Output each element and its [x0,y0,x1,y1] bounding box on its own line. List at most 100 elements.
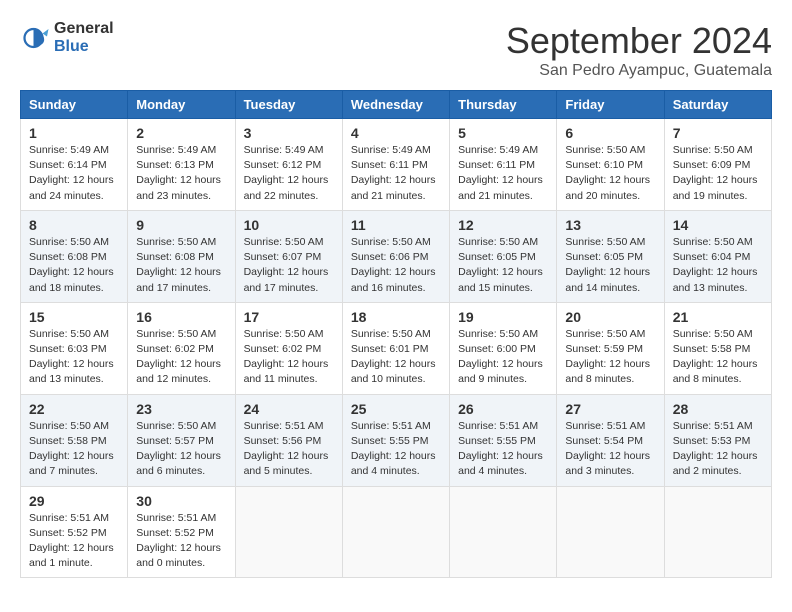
day-number: 11 [351,217,441,233]
day-info: Sunrise: 5:50 AM Sunset: 6:00 PM Dayligh… [458,327,548,388]
day-number: 13 [565,217,655,233]
table-row: 8Sunrise: 5:50 AM Sunset: 6:08 PM Daylig… [21,210,128,302]
col-tuesday: Tuesday [235,91,342,119]
table-row: 29 Sunrise: 5:51 AM Sunset: 5:52 PM Dayli… [21,486,128,578]
month-title: September 2024 [506,20,772,62]
calendar-week-row: 29 Sunrise: 5:51 AM Sunset: 5:52 PM Dayli… [21,486,772,578]
table-row: 22Sunrise: 5:50 AM Sunset: 5:58 PM Dayli… [21,394,128,486]
table-row [664,486,771,578]
table-row: 3 Sunrise: 5:49 AM Sunset: 6:12 PM Daylig… [235,119,342,211]
table-row: 30 Sunrise: 5:51 AM Sunset: 5:52 PM Dayli… [128,486,235,578]
title-section: September 2024 San Pedro Ayampuc, Guatem… [506,20,772,80]
calendar-week-row: 8Sunrise: 5:50 AM Sunset: 6:08 PM Daylig… [21,210,772,302]
table-row: 1Sunrise: 5:49 AM Sunset: 6:14 PM Daylig… [21,119,128,211]
day-info: Sunrise: 5:49 AM Sunset: 6:11 PM Dayligh… [458,143,548,204]
table-row: 27 Sunrise: 5:51 AM Sunset: 5:54 PM Dayli… [557,394,664,486]
location: San Pedro Ayampuc, Guatemala [506,62,772,80]
table-row: 14 Sunrise: 5:50 AM Sunset: 6:04 PM Dayli… [664,210,771,302]
day-info: Sunrise: 5:50 AM Sunset: 6:08 PM Dayligh… [136,235,226,296]
table-row: 18Sunrise: 5:50 AM Sunset: 6:01 PM Dayli… [342,302,449,394]
day-number: 5 [458,125,548,141]
table-row: 26 Sunrise: 5:51 AM Sunset: 5:55 PM Dayli… [450,394,557,486]
calendar-header-row: Sunday Monday Tuesday Wednesday Thursday… [21,91,772,119]
day-info: Sunrise: 5:51 AM Sunset: 5:52 PM Dayligh… [136,511,226,572]
day-info: Sunrise: 5:50 AM Sunset: 6:05 PM Dayligh… [458,235,548,296]
table-row: 11 Sunrise: 5:50 AM Sunset: 6:06 PM Dayli… [342,210,449,302]
day-info: Sunrise: 5:50 AM Sunset: 5:57 PM Dayligh… [136,419,226,480]
col-friday: Friday [557,91,664,119]
day-number: 14 [673,217,763,233]
day-info: Sunrise: 5:51 AM Sunset: 5:52 PM Dayligh… [29,511,119,572]
day-info: Sunrise: 5:51 AM Sunset: 5:56 PM Dayligh… [244,419,334,480]
table-row: 13 Sunrise: 5:50 AM Sunset: 6:05 PM Dayli… [557,210,664,302]
day-number: 21 [673,309,763,325]
table-row: 6Sunrise: 5:50 AM Sunset: 6:10 PM Daylig… [557,119,664,211]
table-row: 2 Sunrise: 5:49 AM Sunset: 6:13 PM Daylig… [128,119,235,211]
calendar-week-row: 15 Sunrise: 5:50 AM Sunset: 6:03 PM Dayli… [21,302,772,394]
col-saturday: Saturday [664,91,771,119]
day-info: Sunrise: 5:50 AM Sunset: 6:02 PM Dayligh… [244,327,334,388]
table-row: 28 Sunrise: 5:51 AM Sunset: 5:53 PM Dayli… [664,394,771,486]
logo-icon [20,23,50,53]
calendar-table: Sunday Monday Tuesday Wednesday Thursday… [20,90,772,578]
day-info: Sunrise: 5:51 AM Sunset: 5:53 PM Dayligh… [673,419,763,480]
day-number: 28 [673,401,763,417]
day-number: 17 [244,309,334,325]
table-row: 23 Sunrise: 5:50 AM Sunset: 5:57 PM Dayli… [128,394,235,486]
day-number: 6 [565,125,655,141]
col-sunday: Sunday [21,91,128,119]
day-number: 1 [29,125,119,141]
table-row: 17 Sunrise: 5:50 AM Sunset: 6:02 PM Dayli… [235,302,342,394]
day-number: 20 [565,309,655,325]
calendar-week-row: 22Sunrise: 5:50 AM Sunset: 5:58 PM Dayli… [21,394,772,486]
table-row: 7 Sunrise: 5:50 AM Sunset: 6:09 PM Daylig… [664,119,771,211]
col-monday: Monday [128,91,235,119]
day-info: Sunrise: 5:50 AM Sunset: 6:01 PM Dayligh… [351,327,441,388]
table-row: 19 Sunrise: 5:50 AM Sunset: 6:00 PM Dayli… [450,302,557,394]
day-info: Sunrise: 5:50 AM Sunset: 6:08 PM Dayligh… [29,235,119,296]
day-info: Sunrise: 5:51 AM Sunset: 5:54 PM Dayligh… [565,419,655,480]
day-number: 3 [244,125,334,141]
day-info: Sunrise: 5:50 AM Sunset: 6:06 PM Dayligh… [351,235,441,296]
day-info: Sunrise: 5:49 AM Sunset: 6:13 PM Dayligh… [136,143,226,204]
page-header: General Blue September 2024 San Pedro Ay… [20,20,772,80]
table-row: 20 Sunrise: 5:50 AM Sunset: 5:59 PM Dayli… [557,302,664,394]
table-row: 9 Sunrise: 5:50 AM Sunset: 6:08 PM Daylig… [128,210,235,302]
day-number: 29 [29,493,119,509]
day-number: 9 [136,217,226,233]
day-info: Sunrise: 5:51 AM Sunset: 5:55 PM Dayligh… [351,419,441,480]
day-number: 26 [458,401,548,417]
day-info: Sunrise: 5:49 AM Sunset: 6:12 PM Dayligh… [244,143,334,204]
day-number: 2 [136,125,226,141]
table-row: 24 Sunrise: 5:51 AM Sunset: 5:56 PM Dayli… [235,394,342,486]
table-row: 15 Sunrise: 5:50 AM Sunset: 6:03 PM Dayli… [21,302,128,394]
day-number: 16 [136,309,226,325]
day-number: 15 [29,309,119,325]
logo-text: General Blue [54,20,114,55]
day-info: Sunrise: 5:50 AM Sunset: 6:09 PM Dayligh… [673,143,763,204]
table-row [450,486,557,578]
day-number: 30 [136,493,226,509]
day-number: 10 [244,217,334,233]
day-number: 19 [458,309,548,325]
logo-general-text: General [54,20,114,38]
day-info: Sunrise: 5:50 AM Sunset: 5:59 PM Dayligh… [565,327,655,388]
table-row: 21Sunrise: 5:50 AM Sunset: 5:58 PM Dayli… [664,302,771,394]
day-info: Sunrise: 5:50 AM Sunset: 6:02 PM Dayligh… [136,327,226,388]
day-info: Sunrise: 5:50 AM Sunset: 5:58 PM Dayligh… [29,419,119,480]
table-row: 25Sunrise: 5:51 AM Sunset: 5:55 PM Dayli… [342,394,449,486]
day-number: 4 [351,125,441,141]
day-info: Sunrise: 5:49 AM Sunset: 6:11 PM Dayligh… [351,143,441,204]
day-info: Sunrise: 5:50 AM Sunset: 6:03 PM Dayligh… [29,327,119,388]
table-row: 12 Sunrise: 5:50 AM Sunset: 6:05 PM Dayli… [450,210,557,302]
day-number: 7 [673,125,763,141]
day-number: 23 [136,401,226,417]
day-number: 24 [244,401,334,417]
day-number: 12 [458,217,548,233]
table-row: 5 Sunrise: 5:49 AM Sunset: 6:11 PM Daylig… [450,119,557,211]
day-info: Sunrise: 5:51 AM Sunset: 5:55 PM Dayligh… [458,419,548,480]
logo: General Blue [20,20,114,55]
day-number: 27 [565,401,655,417]
day-info: Sunrise: 5:50 AM Sunset: 6:04 PM Dayligh… [673,235,763,296]
day-info: Sunrise: 5:50 AM Sunset: 6:05 PM Dayligh… [565,235,655,296]
